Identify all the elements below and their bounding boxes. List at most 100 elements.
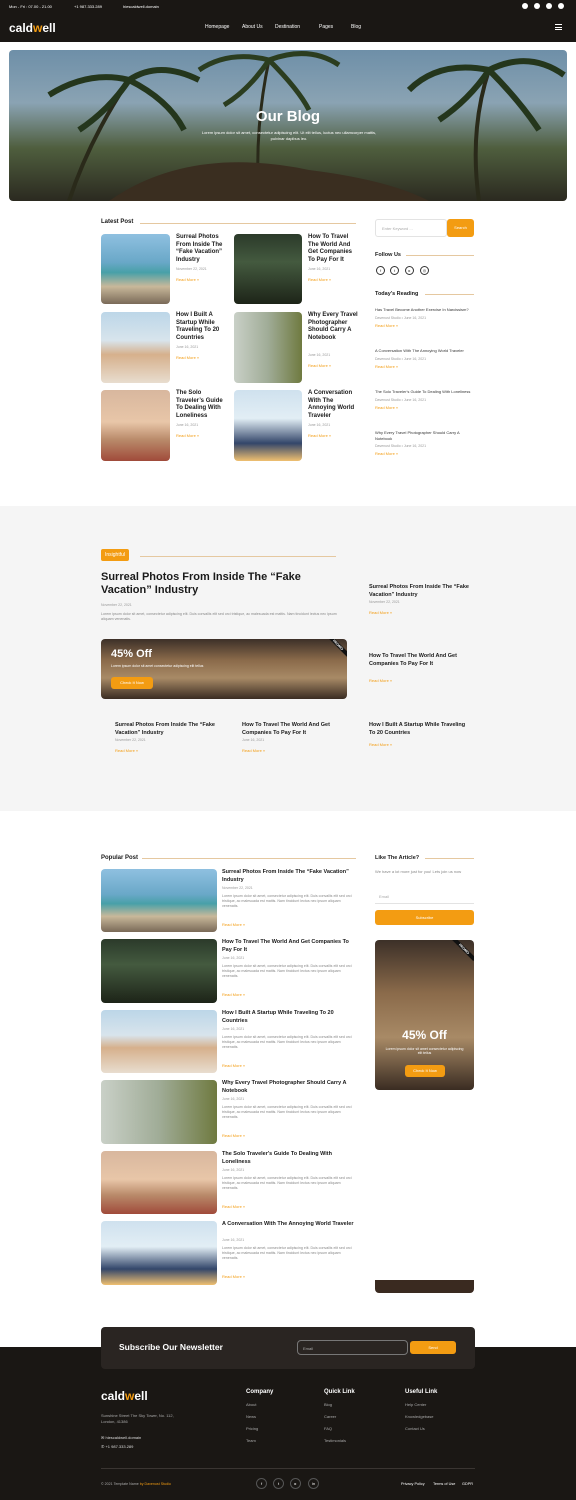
post-title[interactable]: The Solo Traveler's Guide To Dealing Wit…	[222, 1151, 356, 1166]
privacy-link[interactable]: Privacy Policy	[401, 1482, 425, 1486]
footer-link[interactable]: FAQ	[324, 1426, 332, 1431]
post-image[interactable]	[101, 312, 170, 383]
post-image[interactable]	[101, 1151, 217, 1214]
read-more-link[interactable]: Read More »	[222, 922, 245, 927]
linkedin-icon[interactable]: in	[308, 1478, 319, 1489]
send-button[interactable]: Send	[410, 1341, 456, 1354]
post-image[interactable]	[101, 1221, 217, 1285]
footer-link[interactable]: Pricing	[246, 1426, 258, 1431]
search-button[interactable]: Search	[447, 219, 474, 237]
read-more-link[interactable]: Read More »	[375, 364, 475, 369]
facebook-icon[interactable]	[522, 3, 528, 9]
read-more-link[interactable]: Read More »	[222, 1063, 245, 1068]
check-it-now-button[interactable]: Check It Now	[111, 677, 153, 689]
subscribe-button[interactable]: Subscribe	[375, 910, 474, 925]
facebook-icon[interactable]: f	[376, 266, 385, 275]
read-more-link[interactable]: Read More »	[369, 610, 392, 615]
footer-logo[interactable]: caldwell	[101, 1389, 148, 1403]
post-image[interactable]	[101, 1010, 217, 1073]
side-post-title[interactable]: How To Travel The World And Get Companie…	[369, 653, 469, 668]
post-title[interactable]: How I Built A Startup While Traveling To…	[222, 1010, 356, 1025]
post-title[interactable]: Why Every Travel Photographer Should Car…	[222, 1080, 356, 1095]
read-more-link[interactable]: Read More »	[375, 405, 475, 410]
read-more-link[interactable]: Read More »	[308, 363, 331, 368]
twitter-icon[interactable]: t	[273, 1478, 284, 1489]
post-title[interactable]: Surreal Photos From Inside The “Fake Vac…	[222, 869, 354, 884]
promo-banner[interactable]: 45% Off Lorem ipsum dolor sit amet conse…	[101, 639, 347, 699]
reading-item[interactable]: Why Every Travel Photographer Should Car…	[375, 430, 475, 456]
read-more-link[interactable]: Read More »	[222, 1133, 245, 1138]
post-image[interactable]	[234, 390, 302, 461]
read-more-link[interactable]: Read More »	[176, 277, 199, 282]
read-more-link[interactable]: Read More »	[222, 1274, 245, 1279]
sidebar-promo[interactable]: 45% Off Lorem ipsum dolor sit amet conse…	[375, 940, 474, 1090]
gdpr-link[interactable]: GDPR	[462, 1482, 473, 1486]
reading-title[interactable]: Why Every Travel Photographer Should Car…	[375, 430, 475, 441]
footer-link[interactable]: Career	[324, 1414, 336, 1419]
logo[interactable]: caldwell	[9, 21, 56, 35]
post-title[interactable]: How To Travel The World And Get Companie…	[222, 939, 356, 954]
nav-item-pages[interactable]: Pages	[319, 24, 333, 30]
email-input[interactable]: Email	[375, 890, 474, 904]
bottom-post-title[interactable]: Surreal Photos From Inside The “Fake Vac…	[115, 722, 215, 737]
post-image[interactable]	[234, 234, 302, 304]
post-title[interactable]: A Conversation With The Annoying World T…	[308, 390, 358, 420]
read-more-link[interactable]: Read More »	[242, 748, 265, 753]
read-more-link[interactable]: Read More »	[369, 678, 392, 683]
footer-link[interactable]: Testimonials	[324, 1438, 346, 1443]
twitter-icon[interactable]	[534, 3, 540, 9]
read-more-link[interactable]: Read More »	[176, 355, 199, 360]
post-title[interactable]: A Conversation With The Annoying World T…	[222, 1221, 356, 1229]
read-more-link[interactable]: Read More »	[222, 1204, 245, 1209]
instagram-icon[interactable]	[558, 3, 564, 9]
hamburger-icon[interactable]	[555, 24, 562, 30]
post-title[interactable]: The Solo Traveler’s Guide To Dealing Wit…	[176, 390, 226, 420]
read-more-link[interactable]: Read More »	[308, 277, 331, 282]
read-more-link[interactable]: Read More »	[375, 323, 475, 328]
facebook-icon[interactable]: f	[256, 1478, 267, 1489]
reading-title[interactable]: Has Travel Become Another Exercise In Na…	[375, 307, 475, 313]
footer-link[interactable]: About	[246, 1402, 256, 1407]
featured-title[interactable]: Surreal Photos From Inside The “Fake Vac…	[101, 571, 341, 597]
post-title[interactable]: Why Every Travel Photographer Should Car…	[308, 312, 358, 342]
post-image[interactable]	[101, 234, 170, 304]
reading-item[interactable]: A Conversation With The Annoying World T…	[375, 348, 475, 369]
read-more-link[interactable]: Read More »	[308, 433, 331, 438]
reading-item[interactable]: Has Travel Become Another Exercise In Na…	[375, 307, 475, 328]
terms-link[interactable]: Terms of Use	[433, 1482, 455, 1486]
category-badge[interactable]: Insightful	[101, 549, 130, 561]
youtube-icon[interactable]: ▸	[405, 266, 414, 275]
read-more-link[interactable]: Read More »	[375, 451, 475, 456]
read-more-link[interactable]: Read More »	[222, 992, 245, 997]
post-image[interactable]	[101, 869, 217, 932]
nav-item-homepage[interactable]: Homepage	[205, 24, 229, 30]
newsletter-email-input[interactable]: Email	[297, 1340, 408, 1355]
reading-item[interactable]: The Solo Traveler's Guide To Dealing Wit…	[375, 389, 475, 410]
footer-link[interactable]: Blog	[324, 1402, 332, 1407]
side-post-title[interactable]: Surreal Photos From Inside The “Fake Vac…	[369, 584, 469, 599]
search-input[interactable]: Enter Keyword ...	[375, 219, 447, 237]
instagram-icon[interactable]: ◎	[420, 266, 429, 275]
reading-title[interactable]: A Conversation With The Annoying World T…	[375, 348, 475, 354]
twitter-icon[interactable]: t	[390, 266, 399, 275]
post-image[interactable]	[101, 1080, 217, 1144]
post-title[interactable]: Surreal Photos From Inside The “Fake Vac…	[176, 234, 226, 264]
read-more-link[interactable]: Read More »	[369, 742, 392, 747]
check-it-now-button[interactable]: Check It Now	[405, 1065, 445, 1077]
post-title[interactable]: How To Travel The World And Get Companie…	[308, 234, 358, 264]
read-more-link[interactable]: Read More »	[115, 748, 138, 753]
post-title[interactable]: How I Built A Startup While Traveling To…	[176, 312, 226, 342]
footer-link[interactable]: Team	[246, 1438, 256, 1443]
footer-link[interactable]: Help Center	[405, 1402, 426, 1407]
footer-link[interactable]: Knowledgebase	[405, 1414, 433, 1419]
post-image[interactable]	[101, 390, 170, 461]
nav-item-about[interactable]: About Us	[242, 24, 263, 30]
read-more-link[interactable]: Read More »	[176, 433, 199, 438]
bottom-post-title[interactable]: How To Travel The World And Get Companie…	[242, 722, 342, 737]
youtube-icon[interactable]	[546, 3, 552, 9]
nav-item-blog[interactable]: Blog	[351, 24, 361, 30]
nav-item-destination[interactable]: Destination	[275, 24, 300, 30]
reading-title[interactable]: The Solo Traveler's Guide To Dealing Wit…	[375, 389, 475, 395]
bottom-post-title[interactable]: How I Built A Startup While Traveling To…	[369, 722, 469, 737]
post-image[interactable]	[234, 312, 302, 383]
